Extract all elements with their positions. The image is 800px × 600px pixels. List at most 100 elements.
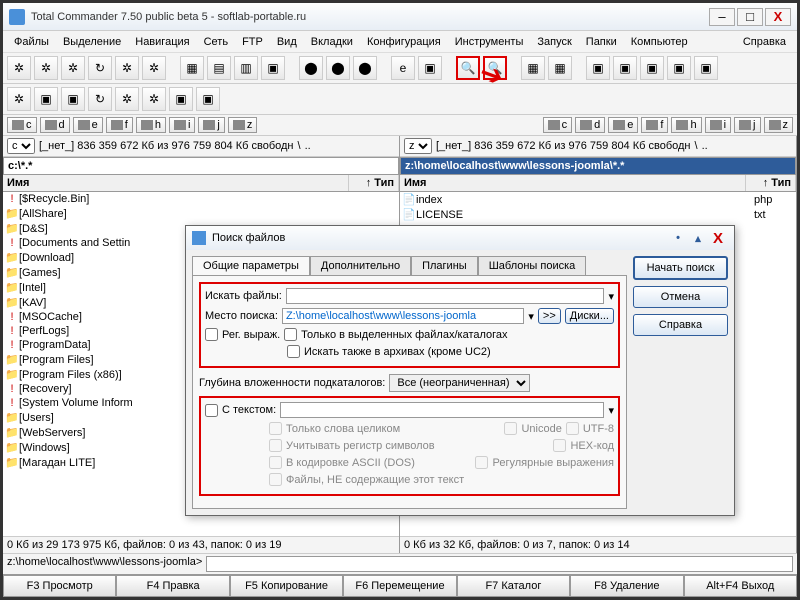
menu-ftp[interactable]: FTP — [235, 33, 270, 51]
close-button[interactable]: X — [765, 8, 791, 26]
f5-button[interactable]: F5 Копирование — [230, 575, 343, 597]
tool-icon[interactable]: ▣ — [613, 56, 637, 80]
right-path[interactable]: z:\home\localhost\www\lessons-joomla\*.* — [400, 157, 796, 175]
tool-icon[interactable]: ⬤ — [326, 56, 350, 80]
tab-templates[interactable]: Шаблоны поиска — [478, 256, 587, 275]
drive-f[interactable]: f — [106, 117, 133, 133]
drive-d[interactable]: d — [40, 117, 70, 133]
dropdown-icon[interactable]: ▾ — [608, 290, 614, 303]
input-search-place[interactable] — [282, 308, 524, 324]
menu-computer[interactable]: Компьютер — [624, 33, 695, 51]
drive-j[interactable]: j — [734, 117, 760, 133]
tool-icon[interactable]: ↻ — [88, 56, 112, 80]
minimize-button[interactable]: – — [709, 8, 735, 26]
root-icon[interactable]: \ — [695, 140, 698, 152]
dialog-min-icon[interactable]: • — [668, 230, 688, 246]
f7-button[interactable]: F7 Каталог — [457, 575, 570, 597]
tool-icon[interactable]: ✲ — [34, 56, 58, 80]
menu-selection[interactable]: Выделение — [56, 33, 128, 51]
drive-z[interactable]: z — [228, 117, 258, 133]
dialog-close-icon[interactable]: X — [708, 230, 728, 246]
tool-icon[interactable]: ✲ — [7, 87, 31, 111]
cb-with-text[interactable] — [205, 404, 218, 417]
drive-e[interactable]: e — [73, 117, 103, 133]
cb-only-selected[interactable] — [284, 328, 297, 341]
col-type[interactable]: ↑ Тип — [349, 175, 399, 191]
tool-icon[interactable]: ▣ — [418, 56, 442, 80]
list-item[interactable]: 📄LICENSEtxt — [400, 207, 796, 222]
tool-icon[interactable]: ▤ — [207, 56, 231, 80]
up-icon[interactable]: .. — [305, 140, 311, 152]
drive-c[interactable]: c — [543, 117, 573, 133]
list-item[interactable]: ![$Recycle.Bin] — [3, 192, 399, 206]
cb-archives[interactable] — [287, 345, 300, 358]
tool-icon[interactable]: ✲ — [7, 56, 31, 80]
input-text[interactable] — [280, 402, 604, 418]
tool-icon[interactable]: ▣ — [667, 56, 691, 80]
tool-icon[interactable]: ▥ — [234, 56, 258, 80]
dropdown-icon[interactable]: ▾ — [608, 404, 614, 417]
drive-i[interactable]: i — [705, 117, 731, 133]
cb-regex[interactable] — [205, 328, 218, 341]
tool-icon[interactable]: ▣ — [694, 56, 718, 80]
drive-f[interactable]: f — [641, 117, 668, 133]
tool-icon[interactable]: ▣ — [586, 56, 610, 80]
col-name[interactable]: Имя — [400, 175, 746, 191]
maximize-button[interactable]: □ — [737, 8, 763, 26]
list-item[interactable]: 📁[AllShare] — [3, 206, 399, 221]
f3-button[interactable]: F3 Просмотр — [3, 575, 116, 597]
tab-advanced[interactable]: Дополнительно — [310, 256, 411, 275]
list-item[interactable]: 📄indexphp — [400, 192, 796, 207]
tool-icon[interactable]: ✲ — [115, 87, 139, 111]
menu-tabs[interactable]: Вкладки — [304, 33, 360, 51]
menu-config[interactable]: Конфигурация — [360, 33, 448, 51]
tool-icon[interactable]: ▣ — [640, 56, 664, 80]
tool-icon[interactable]: ⬤ — [353, 56, 377, 80]
tool-icon[interactable]: ▣ — [196, 87, 220, 111]
f8-button[interactable]: F8 Удаление — [570, 575, 683, 597]
tool-icon[interactable]: ✲ — [61, 56, 85, 80]
menu-tools[interactable]: Инструменты — [448, 33, 531, 51]
start-search-button[interactable]: Начать поиск — [633, 256, 728, 280]
help-button[interactable]: Справка — [633, 314, 728, 336]
f4-button[interactable]: F4 Правка — [116, 575, 229, 597]
drive-d[interactable]: d — [575, 117, 605, 133]
search-tool-icon[interactable]: 🔍 — [456, 56, 480, 80]
menu-help[interactable]: Справка — [736, 33, 793, 51]
drive-h[interactable]: h — [136, 117, 166, 133]
menu-view[interactable]: Вид — [270, 33, 304, 51]
menu-navigation[interactable]: Навигация — [128, 33, 196, 51]
drive-c[interactable]: c — [7, 117, 37, 133]
drive-j[interactable]: j — [198, 117, 224, 133]
right-drive-select[interactable]: z — [404, 138, 432, 154]
tool-icon[interactable]: ✲ — [115, 56, 139, 80]
search-tool-icon-2[interactable]: 🔍 — [483, 56, 507, 80]
dialog-max-icon[interactable]: ▴ — [688, 230, 708, 246]
up-icon[interactable]: .. — [702, 140, 708, 152]
cancel-button[interactable]: Отмена — [633, 286, 728, 308]
drive-h[interactable]: h — [671, 117, 701, 133]
tool-icon[interactable]: ⬤ — [299, 56, 323, 80]
menu-files[interactable]: Файлы — [7, 33, 56, 51]
menu-run[interactable]: Запуск — [530, 33, 578, 51]
altf4-button[interactable]: Alt+F4 Выход — [684, 575, 797, 597]
drive-i[interactable]: i — [169, 117, 195, 133]
cmdline-input[interactable] — [206, 556, 793, 572]
input-search-files[interactable] — [286, 288, 605, 304]
ie-icon[interactable]: e — [391, 56, 415, 80]
tool-icon[interactable]: ▣ — [261, 56, 285, 80]
tool-icon[interactable]: ▦ — [521, 56, 545, 80]
tool-icon[interactable]: ▣ — [61, 87, 85, 111]
col-name[interactable]: Имя — [3, 175, 349, 191]
tool-icon[interactable]: ▦ — [548, 56, 572, 80]
menu-folders[interactable]: Папки — [579, 33, 624, 51]
tool-icon[interactable]: ↻ — [88, 87, 112, 111]
depth-select[interactable]: Все (неограниченная) — [389, 374, 530, 392]
drive-e[interactable]: e — [608, 117, 638, 133]
root-icon[interactable]: \ — [298, 140, 301, 152]
dropdown-icon[interactable]: ▾ — [528, 310, 534, 323]
tab-plugins[interactable]: Плагины — [411, 256, 478, 275]
tool-icon[interactable]: ✲ — [142, 56, 166, 80]
more-button[interactable]: >> — [538, 308, 561, 324]
menu-net[interactable]: Сеть — [197, 33, 235, 51]
